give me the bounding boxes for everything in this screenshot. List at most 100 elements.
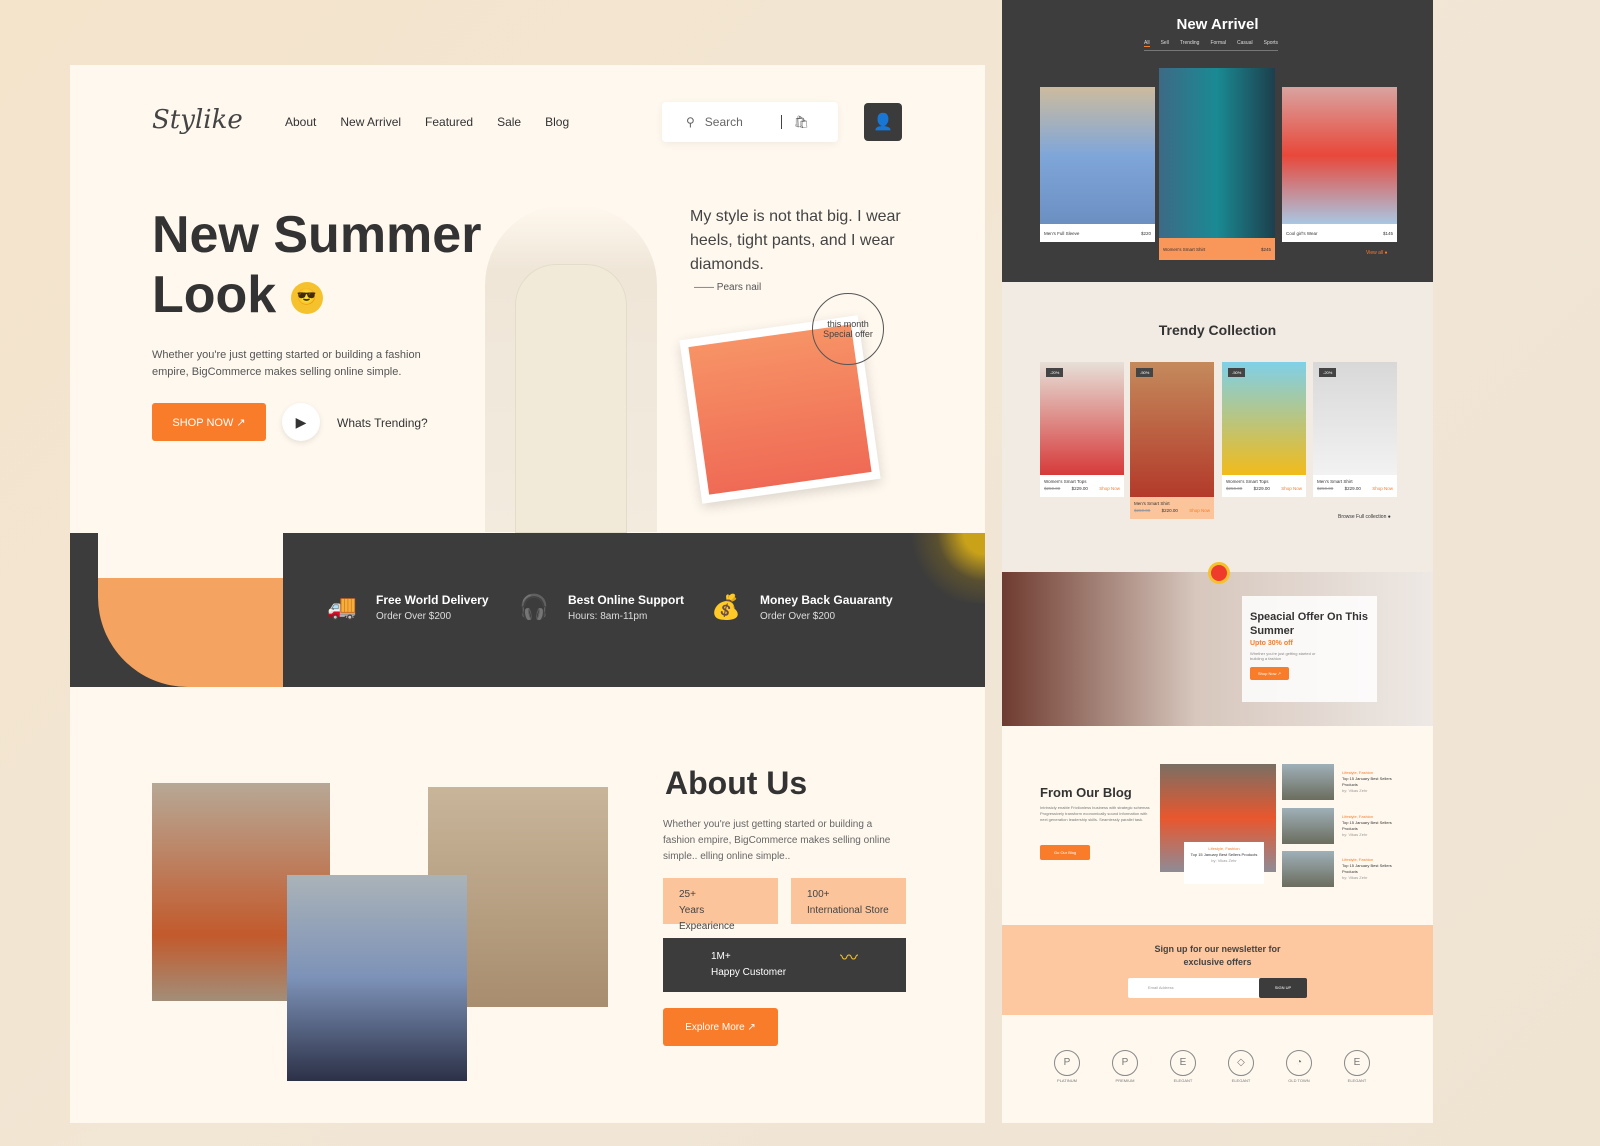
price: $229.00 (1253, 486, 1270, 491)
feature-title: Best Online Support (568, 592, 685, 607)
view-all-link[interactable]: View all ● (1366, 250, 1388, 256)
tab-formal[interactable]: Formal (1210, 40, 1226, 47)
blog-text: Intrinsicly enable Frictionless business… (1040, 805, 1150, 822)
stat-customers: 1M+ Happy Customer 〰 (663, 938, 906, 992)
go-our-blog-button[interactable]: Go Our Blog (1040, 845, 1091, 860)
product-name: Cool girl's Wear (1286, 230, 1318, 236)
headset-icon: 🎧 (519, 593, 549, 621)
tab-all[interactable]: All (1144, 40, 1150, 47)
trendy-card[interactable]: -20% Women's Smart Tops $250.00 $229.00 Shop… (1040, 362, 1124, 497)
email-input[interactable]: Email Address (1128, 978, 1261, 998)
newsletter-title: Sign up for our newsletter for exclusive… (1154, 944, 1281, 967)
post-author: by: Vikas Zehr (1342, 875, 1368, 880)
stat-stores: 100+ International Store (791, 878, 906, 924)
play-icon: ▶ (295, 413, 307, 430)
stat-label: Years Expearience (679, 905, 735, 932)
offer-title: Speacial Offer On This Summer (1250, 611, 1368, 637)
brand-logo[interactable]: Stylike (148, 105, 243, 135)
about-image-man (287, 875, 467, 1081)
logo-emblem-icon: ◔ (1286, 1050, 1312, 1076)
feature-money-back: 💰 Money Back Gauaranty Order Over $200 (704, 585, 893, 629)
sun-icon: 😎 (290, 282, 323, 315)
stat-value: 100+ (807, 889, 830, 900)
explore-more-button[interactable]: Explore More ↗ (663, 1008, 778, 1046)
hero-title: New Summer Look 😎 (152, 205, 482, 325)
shop-now-link[interactable]: Shop Now (1372, 485, 1393, 492)
post-author: by: Vikas Zehr (1211, 858, 1237, 863)
logo-emblem-icon: P (1112, 1050, 1138, 1076)
logo-name: PLATINUM (1057, 1078, 1077, 1083)
account-button[interactable]: 👤 (864, 103, 902, 141)
trendy-card[interactable]: -50% Men's Smart Shirt $250.00 $220.00 Shop … (1130, 362, 1214, 519)
special-offer-stamp: this month Special offer (812, 293, 884, 365)
trendy-title: Trendy Collection (1158, 322, 1277, 338)
tab-sports[interactable]: Sports (1264, 40, 1278, 47)
quote-author: —— Pears nail (694, 282, 762, 293)
blog-post[interactable]: Lifestyle, Fashion Top 15 January Best Se… (1342, 770, 1394, 794)
tab-casual[interactable]: Casual (1237, 40, 1253, 47)
blog-post[interactable]: Lifestyle, Fashion Top 15 January Best Se… (1342, 814, 1394, 838)
feature-sub: Order Over $200 (376, 610, 452, 622)
about-title: About Us (665, 765, 808, 801)
discount-badge: -50% (1228, 368, 1246, 377)
money-bag-icon: 💰 (711, 593, 741, 621)
logo-emblem-icon: E (1170, 1050, 1196, 1076)
blog-title: From Our Blog (1040, 785, 1132, 800)
nav-featured[interactable]: Featured (425, 115, 473, 129)
product-name: Women's Smart Shirt (1163, 246, 1206, 252)
product-name: Men's Smart Shirt (1317, 479, 1353, 484)
growth-line-icon: 〰 (840, 948, 858, 968)
offer-shop-now-button[interactable]: Shop Now ↗ (1250, 667, 1289, 680)
browse-collection-link[interactable]: Browse Full collection ● (1338, 514, 1391, 520)
post-author: by: Vikas Zehr (1342, 788, 1368, 793)
shop-now-link[interactable]: Shop Now (1189, 507, 1210, 514)
search-input[interactable]: Search (705, 115, 743, 129)
product-price: $245 (1260, 246, 1271, 252)
product-card[interactable]: Men's Full Sleeve $220 (1040, 87, 1155, 242)
trendy-card[interactable]: -20% Men's Smart Shirt $250.00 $229.00 Shop … (1313, 362, 1397, 497)
blog-post[interactable]: Lifestyle, Fashion Top 15 January Best Se… (1342, 857, 1394, 881)
cart-icon[interactable]: 🛍 (780, 115, 809, 129)
partner-logo: P PLATINUM (1052, 1050, 1082, 1086)
sign-up-button[interactable]: SIGN UP (1259, 978, 1307, 998)
nav-new-arrivel[interactable]: New Arrivel (340, 115, 401, 129)
landing-page: Stylike About New Arrivel Featured Sale … (70, 65, 985, 1123)
logo-name: ELEGANT (1173, 1078, 1193, 1083)
blog-post-image (1282, 808, 1334, 844)
blog-featured-card[interactable]: Lifestyle, Fashion Top 15 January Best Se… (1184, 842, 1264, 884)
logo-name: OLD TOWN (1288, 1078, 1310, 1083)
model-phone-image (98, 505, 283, 687)
tab-sell[interactable]: Sell (1161, 40, 1169, 47)
whats-trending-link[interactable]: Whats Trending? (337, 416, 428, 430)
shop-now-button[interactable]: SHOP NOW ↗ (152, 403, 266, 441)
product-card[interactable]: Cool girl's Wear $145 (1282, 87, 1397, 242)
newsletter-section: Sign up for our newsletter for exclusive… (1002, 925, 1433, 1015)
old-price: $250.00 (1044, 486, 1061, 491)
price: $229.00 (1071, 486, 1088, 491)
partner-logo: ◔ OLD TOWN (1284, 1050, 1314, 1086)
product-card[interactable]: Women's Smart Shirt $245 (1159, 68, 1275, 260)
price: $220.00 (1161, 508, 1178, 513)
search-box[interactable]: ⚲ Search 🛍 (662, 102, 838, 142)
shop-now-link[interactable]: Shop Now (1099, 485, 1120, 492)
logo-name: PREMIUM (1115, 1078, 1135, 1083)
post-title: Top 15 January Best Sellers Products (1342, 776, 1392, 787)
shop-now-link[interactable]: Shop Now (1281, 485, 1302, 492)
logo-emblem-icon: P (1054, 1050, 1080, 1076)
stat-value: 1M+ (711, 951, 731, 962)
blog-intro: From Our Blog Intrinsicly enable Frictio… (1040, 785, 1150, 860)
blog-post-image (1282, 851, 1334, 887)
category-tabs: All Sell Trending Formal Casual Sports (1144, 40, 1279, 51)
product-price: $220 (1140, 230, 1151, 236)
offer-text: Whether you're just getting started or b… (1250, 651, 1316, 661)
feature-support: 🎧 Best Online Support Hours: 8am-11pm (512, 585, 684, 629)
flower-icon (1208, 562, 1230, 584)
nav-sale[interactable]: Sale (497, 115, 521, 129)
nav-blog[interactable]: Blog (545, 115, 569, 129)
nav-about[interactable]: About (285, 115, 316, 129)
play-button[interactable]: ▶ (282, 403, 320, 441)
old-price: $250.00 (1226, 486, 1243, 491)
trendy-card[interactable]: -50% Women's Smart Tops $250.00 $229.00 Shop… (1222, 362, 1306, 497)
tab-trending[interactable]: Trending (1180, 40, 1200, 47)
special-offer-banner: Speacial Offer On This Summer Upto 30% o… (1002, 562, 1433, 726)
